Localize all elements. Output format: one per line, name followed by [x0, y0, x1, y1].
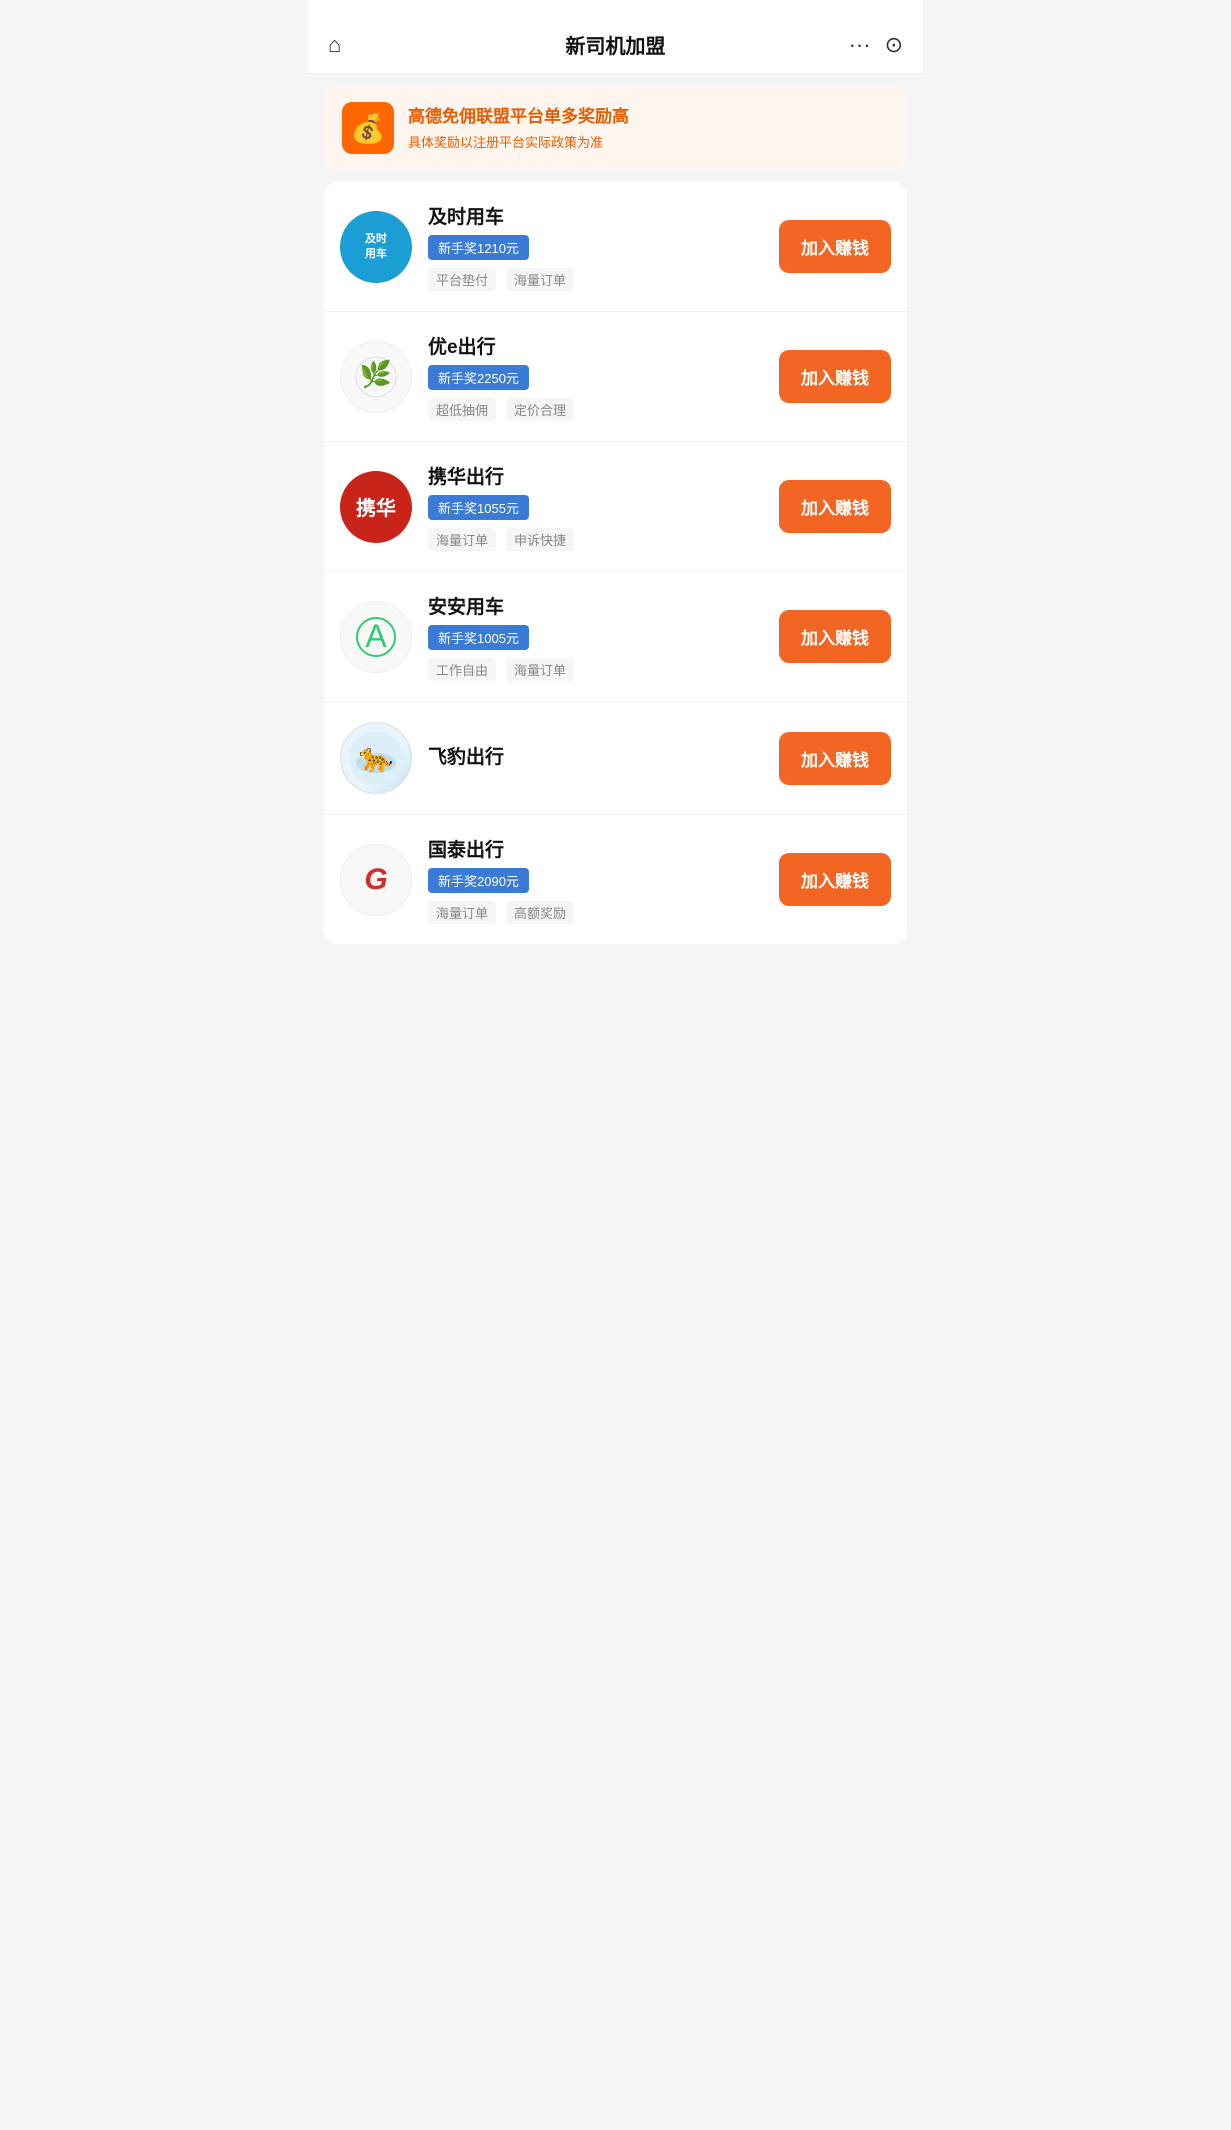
platform-name-jishi: 及时用车 [428, 202, 763, 229]
logo-youe: 🌿 [340, 341, 412, 413]
platform-name-anan: 安安用车 [428, 592, 763, 619]
logo-guotai: G [340, 844, 412, 916]
platform-tag: 工作自由 [428, 658, 496, 681]
platform-tag: 超低抽佣 [428, 398, 496, 421]
platform-tag: 申诉快捷 [506, 528, 574, 551]
logo-xiehua: 携华 [340, 471, 412, 543]
platform-tag: 海量订单 [428, 901, 496, 924]
more-icon[interactable]: ··· [849, 32, 871, 58]
platform-tag: 海量订单 [506, 658, 574, 681]
platform-badge-guotai: 新手奖2090元 [428, 868, 529, 893]
list-item: G 国泰出行新手奖2090元海量订单高额奖励 加入赚钱 [324, 815, 907, 944]
page-title: 新司机加盟 [566, 30, 666, 59]
platform-badge-youe: 新手奖2250元 [428, 365, 529, 390]
svg-text:🌿: 🌿 [360, 359, 392, 389]
platform-name-youe: 优e出行 [428, 332, 763, 359]
logo-feibao: 🐆 [340, 722, 412, 794]
platform-tag: 海量订单 [506, 268, 574, 291]
join-button-feibao[interactable]: 加入赚钱 [779, 732, 891, 785]
platform-tag: 高额奖励 [506, 901, 574, 924]
platform-tag: 海量订单 [428, 528, 496, 551]
join-button-anan[interactable]: 加入赚钱 [779, 610, 891, 663]
promo-banner[interactable]: 💰 高德免佣联盟平台单多奖励高 具体奖励以注册平台实际政策为准 [324, 86, 907, 170]
platform-name-guotai: 国泰出行 [428, 835, 763, 862]
list-item: 🌿 优e出行新手奖2250元超低抽佣定价合理 加入赚钱 [324, 312, 907, 442]
platform-badge-jishi: 新手奖1210元 [428, 235, 529, 260]
nav-bar: ⌂ 新司机加盟 ··· ⊙ [308, 20, 923, 74]
platform-name-feibao: 飞豹出行 [428, 742, 763, 769]
scan-icon[interactable]: ⊙ [885, 32, 903, 58]
banner-title: 高德免佣联盟平台单多奖励高 [408, 105, 629, 129]
join-button-xiehua[interactable]: 加入赚钱 [779, 480, 891, 533]
join-button-youe[interactable]: 加入赚钱 [779, 350, 891, 403]
banner-subtitle: 具体奖励以注册平台实际政策为准 [408, 132, 629, 151]
svg-text:🐆: 🐆 [358, 742, 393, 774]
platform-name-xiehua: 携华出行 [428, 462, 763, 489]
join-button-guotai[interactable]: 加入赚钱 [779, 853, 891, 906]
list-item: 及时用车及时用车新手奖1210元平台垫付海量订单加入赚钱 [324, 182, 907, 312]
platform-list: 及时用车及时用车新手奖1210元平台垫付海量订单加入赚钱🌿优e出行新手奖2250… [324, 182, 907, 944]
logo-jishi: 及时用车 [340, 211, 412, 283]
list-item: 🐆 飞豹出行加入赚钱 [324, 702, 907, 815]
platform-tag: 平台垫付 [428, 268, 496, 291]
platform-tag: 定价合理 [506, 398, 574, 421]
home-icon[interactable]: ⌂ [328, 32, 341, 58]
banner-icon: 💰 [342, 102, 394, 154]
list-item: 携华携华出行新手奖1055元海量订单申诉快捷 加入赚钱 [324, 442, 907, 572]
platform-badge-anan: 新手奖1005元 [428, 625, 529, 650]
join-button-jishi[interactable]: 加入赚钱 [779, 220, 891, 273]
list-item: A 安安用车新手奖1005元工作自由海量订单 加入赚钱 [324, 572, 907, 702]
platform-badge-xiehua: 新手奖1055元 [428, 495, 529, 520]
logo-anan: A [340, 601, 412, 673]
